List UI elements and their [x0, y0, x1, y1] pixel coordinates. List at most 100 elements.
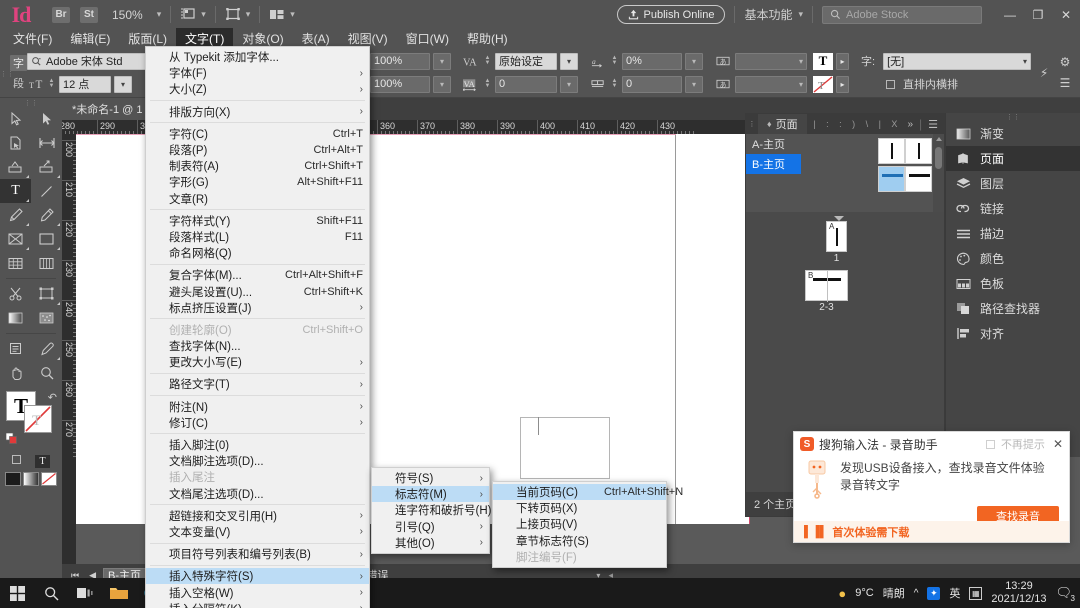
- rectangle-tool[interactable]: [31, 227, 62, 251]
- content-collector-tool[interactable]: [0, 155, 31, 179]
- screen-mode-dropdown-icon[interactable]: ▾: [201, 9, 206, 20]
- ime-language-label[interactable]: 英: [949, 585, 960, 601]
- selection-tool[interactable]: [0, 107, 31, 131]
- tool-flyout-corner[interactable]: [57, 223, 60, 226]
- menu-item-3[interactable]: 排版方向(X)›: [146, 104, 369, 120]
- vertical-scale-input[interactable]: 100%: [370, 53, 430, 70]
- insert-special-character-submenu[interactable]: 符号(S)›标志符(M)›连字符和破折号(H)›引号(Q)›其他(O)›: [371, 467, 490, 554]
- rail-item-8[interactable]: 对齐: [946, 321, 1080, 346]
- free-transform-tool[interactable]: [31, 282, 62, 306]
- menu-item-19[interactable]: 附注(N)›: [146, 399, 369, 415]
- menu-item-1[interactable]: 字体(F)›: [146, 65, 369, 81]
- char-style-select[interactable]: [无] ▾: [883, 53, 1031, 70]
- tool-flyout-corner[interactable]: [57, 302, 60, 305]
- document-tab[interactable]: *未命名-1 @ 1: [62, 98, 153, 120]
- menu-item-0[interactable]: 从 Typekit 添加字体...: [146, 49, 369, 65]
- hand-tool[interactable]: [0, 361, 31, 385]
- page-spread-right[interactable]: [676, 134, 750, 524]
- zoom-dropdown-icon[interactable]: ▾: [157, 9, 162, 20]
- view-options-dropdown-icon[interactable]: ▾: [246, 9, 251, 20]
- font-size-stepper[interactable]: ▲▼: [47, 79, 56, 89]
- tool-flyout-corner[interactable]: [26, 247, 29, 250]
- control-bar-grip[interactable]: ⋮⋮: [0, 69, 10, 77]
- skew-input[interactable]: 0%: [622, 53, 682, 70]
- baseline-shift-stepper[interactable]: ▲▼: [610, 79, 619, 89]
- formatting-affects-container-icon[interactable]: [12, 455, 21, 464]
- tracking-input[interactable]: 0: [495, 76, 557, 93]
- paragraph-format-button[interactable]: 段: [10, 75, 27, 91]
- menubar-item-7[interactable]: 窗口(W): [397, 28, 458, 49]
- swap-fill-stroke-icon[interactable]: ↶: [48, 391, 57, 404]
- tool-flyout-corner[interactable]: [57, 247, 60, 250]
- control-bar-menu-icon[interactable]: ☰: [1057, 77, 1073, 89]
- menu-item-28[interactable]: 插入特殊字符(S)›: [146, 568, 369, 584]
- page-tool[interactable]: [0, 131, 31, 155]
- pen-tool[interactable]: [0, 203, 31, 227]
- apply-gradient-icon[interactable]: [23, 472, 39, 486]
- stroke-color-dropdown[interactable]: ▸: [836, 76, 849, 93]
- menu-item-22[interactable]: 文档脚注选项(D)...: [146, 453, 369, 469]
- tool-flyout-corner[interactable]: [57, 175, 60, 178]
- text-frame[interactable]: [520, 417, 610, 479]
- close-button[interactable]: ✕: [1052, 2, 1080, 28]
- master-b-thumbnail[interactable]: [878, 166, 934, 192]
- formatting-affects-text-icon[interactable]: T: [35, 455, 50, 468]
- menu-item-4[interactable]: 其他(O)›: [372, 535, 489, 551]
- horizontal-scale-dropdown[interactable]: ▾: [433, 76, 451, 93]
- workspace-name[interactable]: 基本功能: [744, 6, 792, 23]
- font-size-dropdown[interactable]: ▾: [114, 76, 132, 93]
- panel-expand-icon[interactable]: »: [907, 119, 913, 130]
- master-item-b[interactable]: B-主页: [746, 154, 801, 174]
- menu-item-2[interactable]: 连字符和破折号(H)›: [372, 502, 489, 518]
- menu-item-4[interactable]: 字符(C)Ctrl+T: [146, 126, 369, 142]
- skew-dropdown[interactable]: ▾: [685, 53, 703, 70]
- panel-menu-icon[interactable]: ☰: [928, 118, 938, 131]
- stock-button[interactable]: St: [80, 7, 98, 23]
- view-options-icon[interactable]: [225, 7, 241, 22]
- screen-mode-icon[interactable]: [180, 7, 196, 22]
- baseline-shift-input[interactable]: 0: [622, 76, 682, 93]
- menu-item-0[interactable]: 符号(S)›: [372, 470, 489, 486]
- gap-tool[interactable]: [31, 131, 62, 155]
- menu-item-2[interactable]: 上接页码(V): [493, 516, 666, 532]
- vertical-ruler[interactable]: 200210220230240250260270: [62, 134, 76, 586]
- menu-item-9[interactable]: 字符样式(Y)Shift+F11: [146, 213, 369, 229]
- line-tool[interactable]: [31, 179, 62, 203]
- menu-item-30[interactable]: 插入分隔符(K)›: [146, 601, 369, 608]
- tray-expand-icon[interactable]: ^: [914, 588, 919, 599]
- rail-item-0[interactable]: 渐变: [946, 121, 1080, 146]
- task-view-button[interactable]: [68, 578, 102, 608]
- menu-item-14[interactable]: 标点挤压设置(J)›: [146, 300, 369, 316]
- pencil-tool[interactable]: [31, 203, 62, 227]
- apply-none-icon[interactable]: [41, 472, 57, 486]
- menu-item-24[interactable]: 文档尾注选项(D)...: [146, 486, 369, 502]
- stroke-color-swatch[interactable]: T: [813, 76, 833, 93]
- menu-item-17[interactable]: 更改大小写(E)›: [146, 354, 369, 370]
- page-thumb-1[interactable]: A 1: [826, 216, 847, 264]
- rail-item-6[interactable]: 色板: [946, 271, 1080, 296]
- search-button[interactable]: [34, 578, 68, 608]
- menu-item-6[interactable]: 制表符(A)Ctrl+Shift+T: [146, 158, 369, 174]
- rail-item-4[interactable]: 描边: [946, 221, 1080, 246]
- menu-item-29[interactable]: 插入空格(W)›: [146, 584, 369, 600]
- rail-item-3[interactable]: 链接: [946, 196, 1080, 221]
- menu-item-10[interactable]: 段落样式(L)F11: [146, 229, 369, 245]
- rail-item-2[interactable]: 图层: [946, 171, 1080, 196]
- popup-footer-label[interactable]: 首次体验需下载: [832, 524, 909, 540]
- taskbar-clock[interactable]: 13:29 2021/12/13: [991, 580, 1046, 606]
- menu-item-20[interactable]: 修订(C)›: [146, 415, 369, 431]
- taskbar-app-file-explorer[interactable]: [102, 578, 136, 608]
- content-placer-tool[interactable]: [31, 155, 62, 179]
- menu-item-11[interactable]: 命名网格(Q): [146, 245, 369, 261]
- master-a-thumbnail[interactable]: [878, 138, 934, 164]
- control-bar-settings-icon[interactable]: ⚙: [1057, 56, 1073, 68]
- scroll-thumb[interactable]: [935, 147, 942, 169]
- table-tool[interactable]: [0, 251, 31, 275]
- tool-flyout-corner[interactable]: [26, 175, 29, 178]
- menu-item-21[interactable]: 插入脚注(0): [146, 437, 369, 453]
- menu-item-2[interactable]: 大小(Z)›: [146, 81, 369, 97]
- ime-status-icon[interactable]: ✦: [927, 587, 940, 600]
- menu-item-16[interactable]: 查找字体(N)...: [146, 338, 369, 354]
- tool-flyout-corner[interactable]: [26, 223, 29, 226]
- ime-mode-icon[interactable]: ▦: [969, 587, 982, 600]
